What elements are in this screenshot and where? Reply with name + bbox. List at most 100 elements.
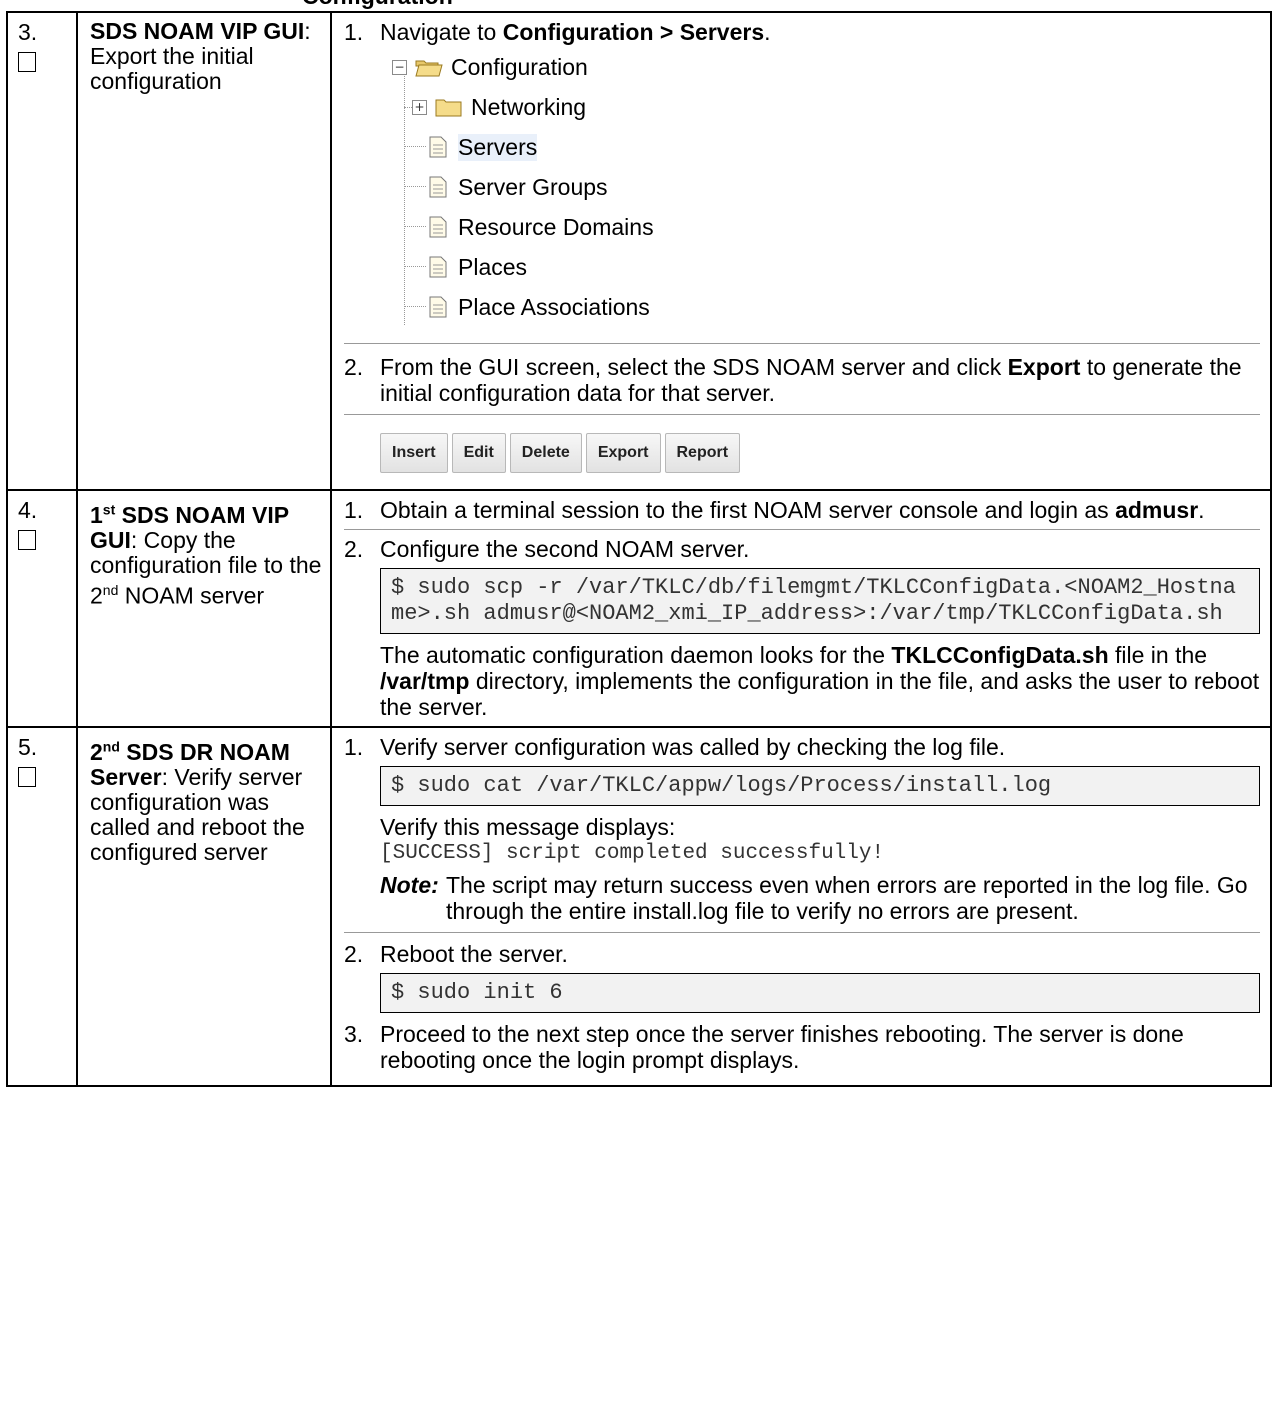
substep-text: From the GUI screen, select the SDS NOAM… — [380, 354, 1008, 380]
ordinal-number: 1 — [90, 501, 103, 528]
navigation-tree-screenshot: − Configuration + Networking Servers Ser… — [392, 51, 1260, 333]
substep: 1. Obtain a terminal session to the firs… — [344, 497, 1205, 523]
step-body-cell: 1. Obtain a terminal session to the firs… — [330, 489, 1272, 728]
collapse-icon[interactable]: − — [392, 59, 407, 75]
verify-text: Verify this message displays: — [380, 814, 676, 840]
page-icon — [429, 296, 447, 318]
table-row: 5. 2nd SDS DR NOAM Server: Verify server… — [6, 726, 1272, 1087]
substep: 2. Reboot the server. — [344, 941, 1260, 967]
checkbox[interactable] — [18, 52, 36, 72]
button-bar-screenshot: Insert Edit Delete Export Report — [380, 433, 1260, 473]
open-folder-icon — [415, 60, 443, 77]
page-icon — [429, 176, 447, 198]
step-title-rest-end: NOAM server — [118, 582, 265, 609]
step-number-cell: 3. — [6, 11, 78, 491]
tree-label-selected: Servers — [458, 133, 538, 161]
document-page: Configuration 3. SDS NOAM VIP GUI: Expor… — [0, 0, 1276, 1406]
step-title-cell: SDS NOAM VIP GUI: Export the initial con… — [76, 11, 332, 491]
checkbox[interactable] — [18, 767, 36, 787]
username: admusr — [1115, 497, 1199, 523]
filename: TKLCConfigData.sh — [891, 642, 1109, 668]
tree-guide-line — [404, 146, 426, 147]
ordinal-suffix: nd — [102, 738, 120, 754]
cut-off-header-text: Configuration — [302, 0, 453, 10]
tree-node-networking[interactable]: + Networking — [412, 93, 586, 121]
step-number: 4. — [18, 497, 38, 523]
ordinal-suffix: nd — [102, 581, 119, 598]
tree-guide-line — [404, 266, 426, 267]
edit-button[interactable]: Edit — [451, 433, 506, 473]
report-button[interactable]: Report — [664, 433, 741, 473]
table-row: 3. SDS NOAM VIP GUI: Export the initial … — [6, 11, 1272, 491]
tree-node-place-associations[interactable]: Place Associations — [428, 293, 650, 321]
ordinal-number: 2 — [90, 738, 103, 765]
note: Note: The script may return success even… — [380, 872, 1260, 924]
step-number-cell: 5. — [6, 726, 78, 1087]
page-icon — [429, 136, 447, 158]
tree-label: Place Associations — [458, 293, 650, 320]
section-divider — [344, 414, 1260, 415]
substep: 2. From the GUI screen, select the SDS N… — [344, 354, 1242, 406]
tree-node-resource-domains[interactable]: Resource Domains — [428, 213, 654, 241]
substep: 1. Navigate to Configuration > Servers. — [344, 19, 771, 45]
step-title-cell: 1st SDS NOAM VIP GUI: Copy the configura… — [76, 489, 332, 728]
tree-label: Configuration — [451, 53, 588, 80]
note-text: The script may return success even when … — [446, 872, 1248, 924]
success-message: [SUCCESS] script completed successfully! — [380, 842, 885, 865]
code-block: $ sudo scp -r /var/TKLC/db/filemgmt/TKLC… — [380, 568, 1260, 634]
substep-text: Reboot the server. — [380, 941, 568, 967]
paragraph-text: file in the — [1108, 642, 1208, 668]
section-divider — [344, 932, 1260, 933]
substep-text: Navigate to — [380, 19, 503, 45]
tree-guide-line — [404, 306, 426, 307]
tree-node-server-groups[interactable]: Server Groups — [428, 173, 608, 201]
page-icon — [429, 256, 447, 278]
menu-path: Configuration > Servers — [502, 19, 765, 45]
ordinal-suffix: st — [102, 501, 116, 517]
table-row: 4. 1st SDS NOAM VIP GUI: Copy the config… — [6, 489, 1272, 728]
substep: 3. Proceed to the next step once the ser… — [344, 1021, 1260, 1073]
procedure-table: 3. SDS NOAM VIP GUI: Export the initial … — [6, 11, 1272, 1087]
tree-label: Networking — [471, 93, 587, 120]
substep: 2. Configure the second NOAM server. — [344, 536, 1260, 562]
substep-text: Verify server configuration was called b… — [380, 734, 1006, 760]
substep-text: Configure the second NOAM server. — [380, 536, 750, 562]
paragraph-text: directory, implements the configuration … — [380, 668, 1260, 720]
export-keyword: Export — [1007, 354, 1081, 380]
step-number-cell: 4. — [6, 489, 78, 728]
directory: /var/tmp — [380, 668, 470, 694]
step-number: 3. — [18, 19, 38, 45]
step-title-bold: SDS NOAM VIP GUI — [90, 18, 305, 44]
step-title-cell: 2nd SDS DR NOAM Server: Verify server co… — [76, 726, 332, 1087]
page-icon — [429, 216, 447, 238]
folder-icon — [435, 99, 462, 117]
section-divider — [344, 529, 1260, 530]
paragraph-text: The automatic configuration daemon looks… — [380, 642, 892, 668]
delete-button[interactable]: Delete — [509, 433, 582, 473]
export-button[interactable]: Export — [585, 433, 661, 473]
tree-node-configuration[interactable]: − Configuration — [392, 53, 588, 81]
section-divider — [344, 343, 1260, 344]
tree-label: Server Groups — [458, 173, 608, 200]
step-body-cell: 1. Navigate to Configuration > Servers. … — [330, 11, 1272, 491]
step-number: 5. — [18, 734, 38, 760]
substep: 1. Verify server configuration was calle… — [344, 734, 1260, 760]
substep-text: Obtain a terminal session to the first N… — [380, 497, 1116, 523]
explanation-paragraph: The automatic configuration daemon looks… — [380, 642, 1260, 720]
note-label: Note: — [380, 872, 439, 898]
tree-label: Places — [458, 253, 528, 280]
checkbox[interactable] — [18, 530, 36, 550]
substep-text: Proceed to the next step once the server… — [380, 1021, 1184, 1073]
tree-guide-line — [404, 186, 426, 187]
substep-text-end: . — [1198, 497, 1205, 523]
tree-node-servers[interactable]: Servers — [428, 133, 538, 161]
code-block: $ sudo init 6 — [380, 973, 1260, 1013]
insert-button[interactable]: Insert — [380, 433, 448, 473]
tree-guide-line — [404, 73, 405, 325]
tree-node-places[interactable]: Places — [428, 253, 527, 281]
substep-text-end: . — [764, 19, 771, 45]
code-block: $ sudo cat /var/TKLC/appw/logs/Process/i… — [380, 766, 1260, 806]
expand-icon[interactable]: + — [412, 99, 427, 115]
tree-label: Resource Domains — [458, 213, 654, 240]
tree-guide-line — [404, 226, 426, 227]
